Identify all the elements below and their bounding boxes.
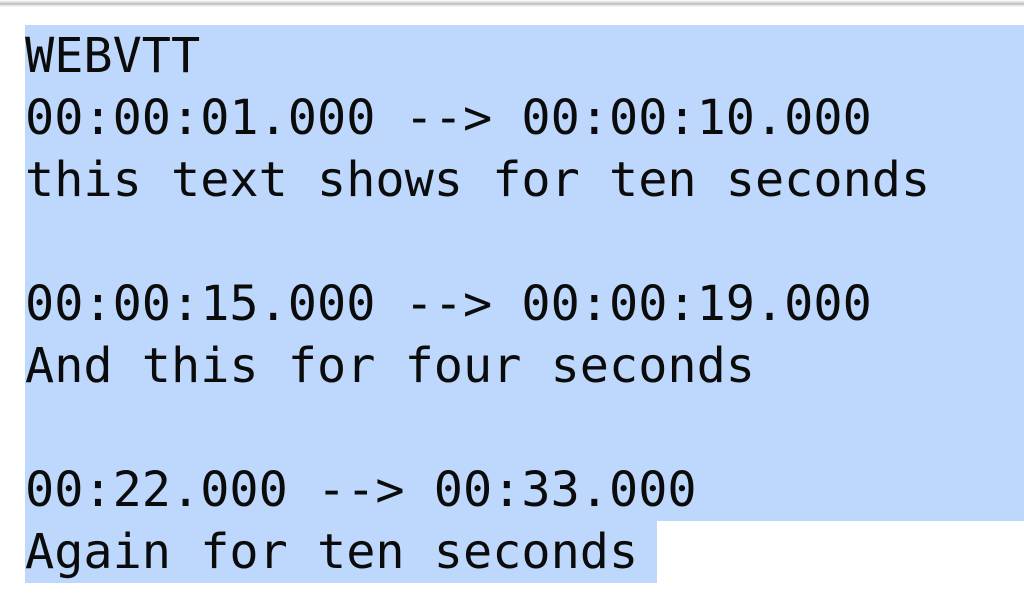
document-line-text: 00:22.000 --> 00:33.000 xyxy=(25,462,697,518)
document-blank-line[interactable] xyxy=(25,211,1024,273)
document-line[interactable]: Again for ten seconds xyxy=(25,521,1024,583)
document-line[interactable]: 00:00:01.000 --> 00:00:10.000 xyxy=(25,87,1024,149)
document-line-text: Again for ten seconds xyxy=(25,524,639,580)
document-blank-line[interactable] xyxy=(25,397,1024,459)
document-line-text: WEBVTT xyxy=(25,28,201,84)
document-line-text: And this for four seconds xyxy=(25,338,755,394)
document-line-text: this text shows for ten seconds xyxy=(25,152,931,208)
document-line[interactable]: And this for four seconds xyxy=(25,335,1024,397)
window-chrome-edge xyxy=(0,0,1024,7)
document-line[interactable]: WEBVTT xyxy=(25,25,1024,87)
document-line[interactable]: 00:00:15.000 --> 00:00:19.000 xyxy=(25,273,1024,335)
document-line[interactable]: this text shows for ten seconds xyxy=(25,149,1024,211)
webvtt-document-text[interactable]: WEBVTT 00:00:01.000 --> 00:00:10.000 this … xyxy=(25,25,1024,583)
document-line-text: 00:00:15.000 --> 00:00:19.000 xyxy=(25,276,872,332)
document-page: WEBVTT 00:00:01.000 --> 00:00:10.000 this … xyxy=(0,7,1024,615)
document-line-text: 00:00:01.000 --> 00:00:10.000 xyxy=(25,90,872,146)
document-line[interactable]: 00:22.000 --> 00:33.000 xyxy=(25,459,1024,521)
